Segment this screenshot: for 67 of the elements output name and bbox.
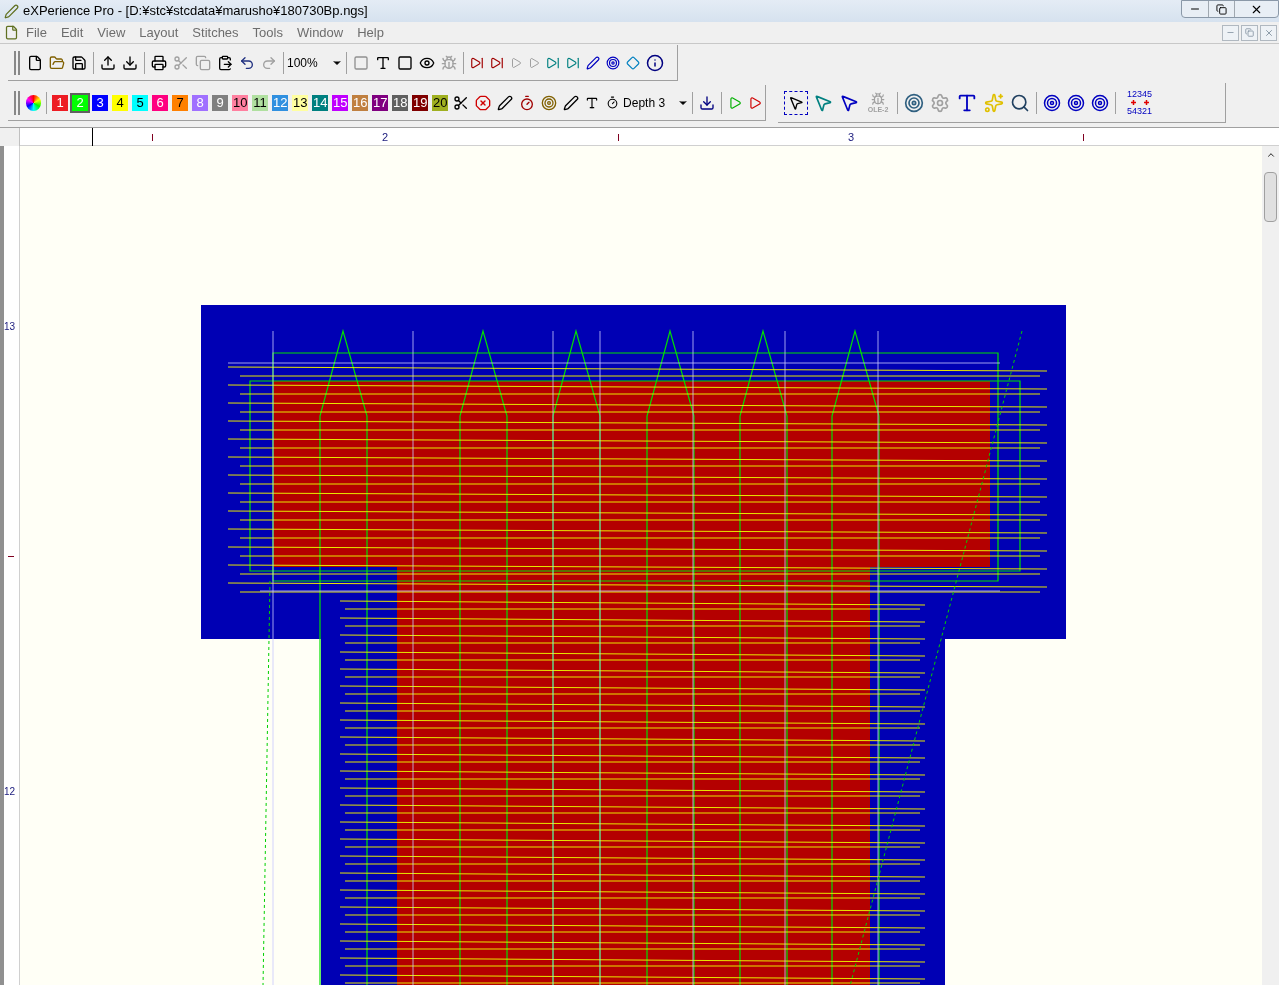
thread-color-swatch[interactable]: 6	[152, 94, 169, 111]
restore-icon	[1216, 3, 1227, 15]
stop-icon[interactable]	[475, 94, 492, 111]
thread-color-swatch[interactable]: 10	[232, 94, 249, 111]
thread-color-swatch[interactable]: 3	[92, 94, 109, 111]
undo-icon[interactable]	[239, 54, 255, 71]
timer-icon[interactable]	[519, 94, 536, 111]
thread-color-swatch[interactable]: 20	[432, 94, 449, 111]
menu-item[interactable]: Help	[350, 22, 391, 43]
last-stitch-icon[interactable]	[566, 55, 580, 70]
menu-item[interactable]: View	[90, 22, 133, 43]
step-play-icon[interactable]	[748, 95, 762, 110]
thread-color-swatch[interactable]: 12	[272, 94, 289, 111]
zoom-dropdown[interactable]: 100%	[287, 53, 343, 72]
paste-icon[interactable]	[217, 54, 233, 71]
ruler-label: 12	[4, 785, 16, 799]
close-icon	[1263, 27, 1274, 38]
open-folder-icon[interactable]	[49, 54, 65, 71]
thread-color-swatch[interactable]: 14	[312, 94, 329, 111]
thread-color-swatch[interactable]: 18	[392, 94, 409, 111]
thread-color-swatch[interactable]: 4	[112, 94, 129, 111]
plus-marks-icon	[1129, 99, 1150, 106]
restore-icon	[1245, 28, 1254, 37]
thread-color-swatch[interactable]: 5	[132, 94, 149, 111]
thread-color-swatch[interactable]: 13	[292, 94, 309, 111]
frame-icon[interactable]	[397, 54, 413, 71]
depth-dropdown[interactable]: Depth 3	[606, 93, 690, 112]
thread-color-swatch[interactable]: 7	[172, 94, 189, 111]
scroll-thumb[interactable]	[1264, 172, 1277, 222]
save-icon[interactable]	[71, 54, 87, 71]
thread-color-swatch[interactable]: 15	[332, 94, 349, 111]
timer-icon	[606, 96, 620, 109]
app-icon	[4, 3, 19, 19]
text-frame-icon[interactable]	[375, 54, 391, 71]
scroll-up-icon[interactable]	[1265, 150, 1276, 160]
ruler-label: 13	[4, 320, 16, 334]
scissors-icon[interactable]	[453, 94, 470, 111]
menu-item[interactable]: Stitches	[185, 22, 246, 43]
menu-item[interactable]: File	[19, 22, 54, 43]
export-icon[interactable]	[122, 54, 138, 71]
sequence-button[interactable]: 12345 54321	[1127, 89, 1153, 116]
menu-item[interactable]: Tools	[245, 22, 290, 43]
menu-item[interactable]: Window	[289, 22, 351, 43]
zoom-icon[interactable]	[1010, 92, 1030, 113]
thread-color-swatch[interactable]: 1	[52, 94, 69, 111]
fast-forward-icon[interactable]	[546, 55, 560, 70]
text-icon[interactable]	[585, 95, 600, 110]
ruler-label: 3	[848, 130, 855, 145]
thread-color-swatch[interactable]: 16	[352, 94, 369, 111]
menu-item[interactable]: Edit	[53, 22, 91, 43]
thread-color-swatch[interactable]: 8	[192, 94, 209, 111]
thread-color-swatch[interactable]: 11	[252, 94, 269, 111]
print-icon[interactable]	[151, 54, 167, 71]
thread-color-swatch[interactable]: 19	[412, 94, 429, 111]
ruler-label: 2	[382, 130, 389, 145]
select-tool-icon[interactable]	[784, 90, 808, 115]
fill-shape-icon[interactable]	[626, 55, 640, 70]
import-icon[interactable]	[100, 54, 116, 71]
info-icon[interactable]	[646, 53, 664, 72]
document-icon	[4, 25, 19, 40]
menu-item[interactable]: Layout	[132, 22, 186, 43]
color-wheel-icon[interactable]	[26, 94, 42, 111]
window-title: eXPerience Pro - [D:¥stc¥stcdata¥marusho¥180730Bp.ngs]	[23, 2, 368, 21]
target-icon[interactable]	[541, 94, 558, 111]
thread-color-swatch[interactable]: 9	[212, 94, 229, 111]
new-file-icon[interactable]	[27, 54, 43, 71]
thread-color-swatch[interactable]: 17	[372, 94, 389, 111]
